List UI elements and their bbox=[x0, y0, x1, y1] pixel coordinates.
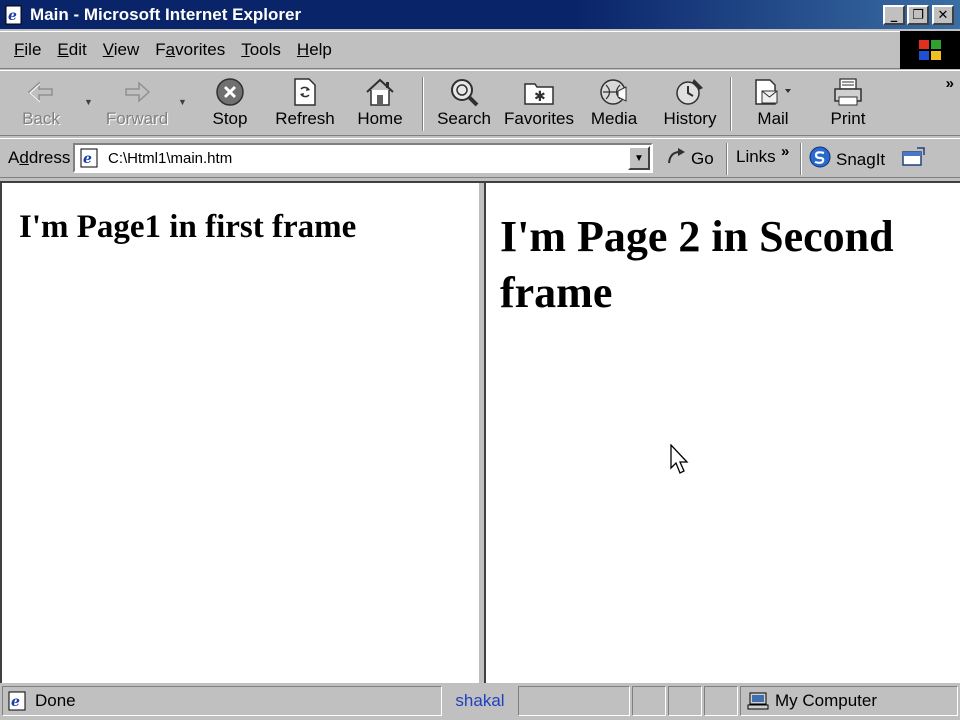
address-bar: Address e C:\Html1\main.htm ▼ Go Links »… bbox=[0, 138, 960, 178]
forward-arrow-icon bbox=[123, 75, 151, 109]
address-separator bbox=[726, 143, 728, 175]
svg-text:e: e bbox=[83, 151, 92, 167]
status-center-pane: shakal bbox=[444, 686, 516, 716]
window-title: Main - Microsoft Internet Explorer bbox=[30, 4, 302, 24]
forward-dropdown-arrow-icon[interactable]: ▼ bbox=[178, 97, 187, 107]
menu-favorites[interactable]: Favorites bbox=[147, 40, 233, 60]
go-button[interactable]: Go bbox=[666, 146, 714, 171]
toolbar-separator bbox=[422, 77, 424, 131]
browser-content: I'm Page1 in first frame I'm Page 2 in S… bbox=[0, 181, 960, 683]
my-computer-icon bbox=[747, 691, 769, 711]
history-icon bbox=[674, 75, 706, 109]
stop-icon bbox=[215, 75, 245, 109]
status-progress-pane bbox=[518, 686, 630, 716]
menu-tools[interactable]: Tools bbox=[233, 40, 289, 60]
frame-splitter[interactable] bbox=[478, 183, 486, 683]
links-more-chevron-icon[interactable]: » bbox=[781, 143, 789, 160]
search-button[interactable]: Search bbox=[436, 75, 492, 133]
address-label: Address bbox=[8, 148, 71, 167]
ie-page-icon: e bbox=[78, 147, 102, 169]
print-button[interactable]: Print bbox=[826, 75, 870, 133]
page-status-icon: e bbox=[7, 691, 29, 711]
svg-text:e: e bbox=[11, 694, 20, 710]
first-frame-heading: I'm Page1 in first frame bbox=[19, 209, 357, 245]
first-frame[interactable]: I'm Page1 in first frame bbox=[2, 183, 478, 683]
svg-text:e: e bbox=[8, 8, 17, 24]
windows-logo-icon bbox=[900, 31, 960, 69]
snagit-button[interactable]: SnagIt bbox=[808, 145, 885, 174]
menu-edit[interactable]: Edit bbox=[49, 40, 94, 60]
printer-icon bbox=[831, 75, 865, 109]
minimize-button[interactable]: _ bbox=[883, 5, 905, 25]
toolbar-more-chevron-icon[interactable]: » bbox=[946, 75, 954, 92]
status-bar: e Done shakal My Computer bbox=[0, 684, 960, 720]
status-main-pane: e Done bbox=[2, 686, 442, 716]
forward-button[interactable]: Forward bbox=[104, 75, 170, 133]
media-button[interactable]: Media bbox=[588, 75, 640, 133]
back-arrow-icon bbox=[27, 75, 55, 109]
mouse-pointer-icon bbox=[670, 443, 690, 481]
address-dropdown-arrow-icon[interactable]: ▼ bbox=[628, 146, 650, 170]
go-arrow-icon bbox=[666, 146, 688, 171]
toolbar-separator bbox=[730, 77, 732, 131]
title-bar[interactable]: e Main - Microsoft Internet Explorer _ ❐… bbox=[0, 0, 960, 29]
status-pane bbox=[704, 686, 738, 716]
second-frame[interactable]: I'm Page 2 in Second frame bbox=[486, 183, 960, 683]
status-watermark-text: shakal bbox=[455, 691, 505, 710]
favorites-button[interactable]: ✱ Favorites bbox=[504, 75, 574, 133]
status-zone-pane: My Computer bbox=[740, 686, 958, 716]
snagit-capture-icon[interactable] bbox=[900, 146, 926, 173]
history-button[interactable]: History bbox=[660, 75, 720, 133]
search-icon bbox=[448, 75, 480, 109]
ie-icon: e bbox=[4, 4, 26, 26]
security-zone-text: My Computer bbox=[775, 691, 878, 710]
mail-icon bbox=[753, 75, 793, 109]
standard-toolbar: Back ▼ Forward ▼ Stop Refresh Home Searc… bbox=[0, 70, 960, 136]
status-pane bbox=[668, 686, 702, 716]
menu-help[interactable]: Help bbox=[289, 40, 340, 60]
address-separator bbox=[800, 143, 802, 175]
home-icon bbox=[364, 75, 396, 109]
links-button[interactable]: Links bbox=[736, 147, 776, 167]
back-button[interactable]: Back bbox=[18, 75, 64, 133]
status-pane bbox=[632, 686, 666, 716]
refresh-icon bbox=[292, 75, 318, 109]
status-text: Done bbox=[35, 691, 76, 710]
menu-bar: File Edit View Favorites Tools Help bbox=[0, 31, 900, 69]
home-button[interactable]: Home bbox=[356, 75, 404, 133]
menu-file[interactable]: File bbox=[6, 40, 49, 60]
svg-text:✱: ✱ bbox=[534, 89, 546, 105]
refresh-button[interactable]: Refresh bbox=[274, 75, 336, 133]
back-dropdown-arrow-icon[interactable]: ▼ bbox=[84, 97, 93, 107]
media-icon bbox=[598, 75, 630, 109]
address-url[interactable]: C:\Html1\main.htm bbox=[108, 150, 232, 167]
second-frame-heading: I'm Page 2 in Second frame bbox=[500, 212, 894, 317]
snagit-icon bbox=[808, 145, 832, 174]
mail-button[interactable]: Mail bbox=[748, 75, 798, 133]
favorites-folder-icon: ✱ bbox=[523, 75, 555, 109]
address-input[interactable]: e C:\Html1\main.htm ▼ bbox=[73, 143, 653, 173]
maximize-button[interactable]: ❐ bbox=[907, 5, 929, 25]
stop-button[interactable]: Stop bbox=[206, 75, 254, 133]
menu-view[interactable]: View bbox=[95, 40, 148, 60]
close-button[interactable]: ✕ bbox=[932, 5, 954, 25]
